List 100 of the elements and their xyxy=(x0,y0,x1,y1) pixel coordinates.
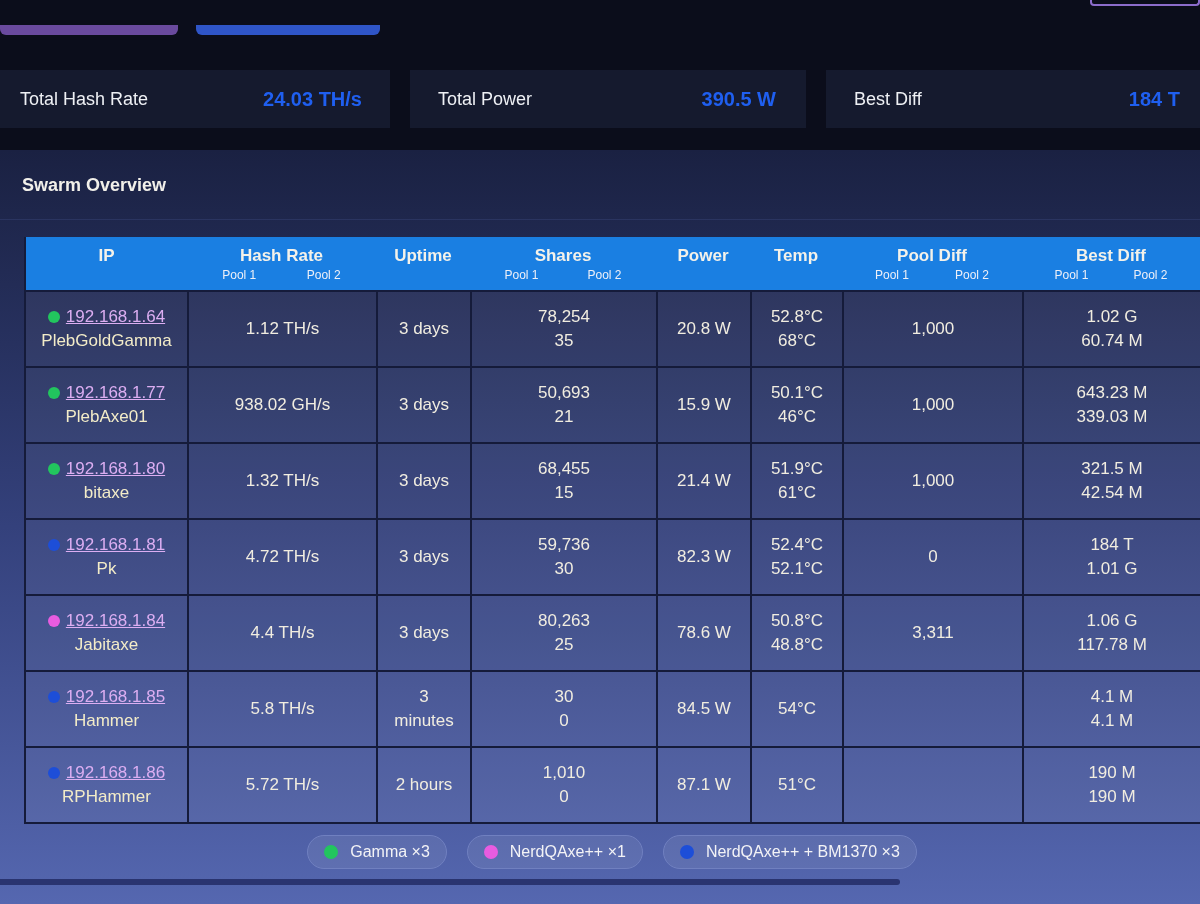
column-subheader: Pool 2 xyxy=(306,267,341,283)
device-name: RPHammer xyxy=(62,786,151,808)
hash-rate: 1.12 TH/s xyxy=(245,318,320,340)
share-count: 80,263 xyxy=(538,610,590,632)
best-difficulty: 190 M xyxy=(1088,786,1136,808)
ip-link[interactable]: 192.168.1.80 xyxy=(65,457,166,481)
ip-link[interactable]: 192.168.1.85 xyxy=(65,685,166,709)
power: 20.8 W xyxy=(677,318,731,340)
stat-label: Total Power xyxy=(438,87,533,111)
pool-difficulty: 1,000 xyxy=(911,318,955,340)
ip-link[interactable]: 192.168.1.84 xyxy=(65,609,166,633)
legend-label: Gamma ×3 xyxy=(350,842,430,862)
share-count: 25 xyxy=(554,634,574,656)
best-difficulty: 1.02 G xyxy=(1086,306,1138,328)
hash-rate: 5.8 TH/s xyxy=(250,698,315,720)
column-subheader: Pool 1 xyxy=(504,267,539,283)
best-difficulty: 60.74 M xyxy=(1081,330,1143,352)
power: 82.3 W xyxy=(677,546,731,568)
temperature: 54°C xyxy=(778,698,816,720)
hash-rate: 938.02 GH/s xyxy=(234,394,331,416)
share-count: 68,455 xyxy=(538,458,590,480)
power: 15.9 W xyxy=(677,394,731,416)
best-difficulty: 117.78 M xyxy=(1077,634,1147,656)
panel-title: Swarm Overview xyxy=(22,175,167,195)
pool-difficulty: 0 xyxy=(928,546,938,568)
temperature: 51°C xyxy=(778,774,816,796)
share-count: 78,254 xyxy=(538,306,590,328)
share-count: 21 xyxy=(554,406,574,428)
temperature: 50.8°C xyxy=(770,610,824,632)
temperature: 50.1°C xyxy=(770,382,824,404)
best-difficulty: 42.54 M xyxy=(1081,482,1143,504)
legend-label: NerdQAxe++ ×1 xyxy=(509,842,626,862)
uptime: 3 minutes xyxy=(393,686,455,732)
power: 84.5 W xyxy=(677,698,731,720)
share-count: 59,736 xyxy=(538,534,590,556)
power: 78.6 W xyxy=(677,622,731,644)
column-header: IP xyxy=(98,246,115,266)
best-difficulty: 184 T xyxy=(1090,534,1134,556)
uptime: 3 days xyxy=(398,470,450,492)
scrollbar[interactable] xyxy=(0,879,900,885)
ip-link[interactable]: 192.168.1.86 xyxy=(65,761,166,785)
device-name: PlebGoldGamma xyxy=(41,330,172,352)
pool-difficulty: 3,311 xyxy=(912,622,954,644)
hash-rate: 5.72 TH/s xyxy=(245,774,320,796)
uptime: 3 days xyxy=(398,622,450,644)
best-difficulty: 4.1 M xyxy=(1090,710,1134,732)
temperature: 46°C xyxy=(778,406,816,428)
device-name: Hammer xyxy=(73,710,140,732)
hash-rate: 4.4 TH/s xyxy=(250,622,315,644)
ip-link[interactable]: 192.168.1.77 xyxy=(65,381,166,405)
best-difficulty: 321.5 M xyxy=(1081,458,1143,480)
best-difficulty: 1.01 G xyxy=(1086,558,1138,580)
column-subheader: Pool 2 xyxy=(1133,267,1168,283)
hash-rate: 4.72 TH/s xyxy=(245,546,320,568)
share-count: 30 xyxy=(554,558,574,580)
device-name: bitaxe xyxy=(83,482,130,504)
stat-value: 24.03 TH/s xyxy=(263,87,362,112)
best-difficulty: 1.06 G xyxy=(1086,610,1138,632)
uptime: 3 days xyxy=(398,546,450,568)
stat-label: Best Diff xyxy=(854,87,922,111)
best-difficulty: 339.03 M xyxy=(1076,406,1148,428)
temperature: 52.1°C xyxy=(770,558,824,580)
share-count: 0 xyxy=(559,786,569,808)
share-count: 30 xyxy=(554,686,574,708)
pool-difficulty: 1,000 xyxy=(911,470,955,492)
device-name: Pk xyxy=(96,558,117,580)
column-header: Temp xyxy=(773,246,819,266)
best-difficulty: 4.1 M xyxy=(1090,686,1134,708)
temperature: 52.4°C xyxy=(770,534,824,556)
share-count: 0 xyxy=(559,710,569,732)
uptime: 3 days xyxy=(398,394,450,416)
column-header: Best Diff xyxy=(1076,246,1146,266)
device-name: Jabitaxe xyxy=(74,634,139,656)
ip-link[interactable]: 192.168.1.64 xyxy=(65,305,166,329)
temperature: 68°C xyxy=(778,330,816,352)
best-difficulty: 643.23 M xyxy=(1076,382,1148,404)
column-header: Uptime xyxy=(394,246,452,266)
stat-value: 184 T xyxy=(1128,87,1180,112)
share-count: 1,010 xyxy=(542,762,586,784)
column-header: Pool Diff xyxy=(897,246,967,266)
column-subheader: Pool 2 xyxy=(587,267,622,283)
uptime: 3 days xyxy=(398,318,450,340)
power: 21.4 W xyxy=(677,470,731,492)
column-header: Power xyxy=(677,246,729,266)
temperature: 51.9°C xyxy=(770,458,824,480)
column-header: Hash Rate xyxy=(239,246,324,266)
best-difficulty: 190 M xyxy=(1088,762,1136,784)
temperature: 61°C xyxy=(778,482,816,504)
pool-difficulty: 1,000 xyxy=(911,394,955,416)
ip-link[interactable]: 192.168.1.81 xyxy=(65,533,166,557)
uptime: 2 hours xyxy=(395,774,453,796)
legend-label: NerdQAxe++ + BM1370 ×3 xyxy=(705,842,900,862)
share-count: 15 xyxy=(554,482,574,504)
stat-label: Total Hash Rate xyxy=(20,87,149,111)
device-name: PlebAxe01 xyxy=(65,406,148,428)
temperature: 52.8°C xyxy=(770,306,824,328)
share-count: 50,693 xyxy=(538,382,590,404)
stat-value: 390.5 W xyxy=(701,87,776,112)
column-header: Shares xyxy=(534,246,592,266)
column-subheader: Pool 2 xyxy=(955,267,989,283)
